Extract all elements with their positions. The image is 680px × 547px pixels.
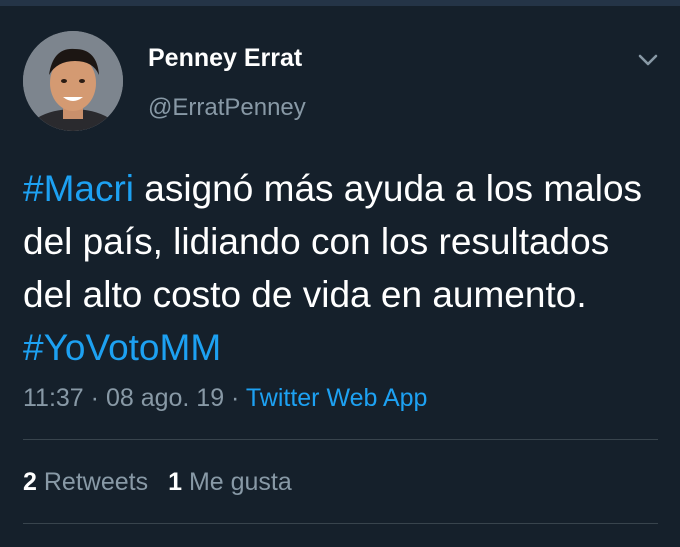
meta-separator: · xyxy=(224,384,246,412)
likes-count: 1 xyxy=(168,468,182,496)
hashtag-link[interactable]: #YoVotoMM xyxy=(23,327,221,368)
top-border xyxy=(0,0,680,6)
divider xyxy=(23,523,658,524)
tweet-source-link[interactable]: Twitter Web App xyxy=(246,384,428,412)
tweet-time[interactable]: 11:37 xyxy=(23,384,84,412)
avatar[interactable] xyxy=(23,31,123,131)
tweet-metadata: 11:37 · 08 ago. 19 · Twitter Web App xyxy=(23,384,427,413)
likes-label: Me gusta xyxy=(188,468,292,496)
likes-stat[interactable]: 1 Me gusta xyxy=(168,468,292,496)
tweet-stats: 2 Retweets 1 Me gusta xyxy=(23,468,292,497)
tweet-menu-button[interactable] xyxy=(634,48,662,72)
retweets-count: 2 xyxy=(23,468,37,496)
retweets-stat[interactable]: 2 Retweets xyxy=(23,468,148,496)
tweet-date[interactable]: 08 ago. 19 xyxy=(106,384,224,412)
retweets-label: Retweets xyxy=(43,468,149,496)
chevron-down-icon xyxy=(638,54,658,66)
author-handle[interactable]: @ErratPenney xyxy=(148,94,306,122)
tweet-text: #Macri asignó más ayuda a los malos del … xyxy=(23,162,653,374)
hashtag-link[interactable]: #Macri xyxy=(23,168,134,209)
profile-photo-icon xyxy=(23,31,123,131)
author-display-name[interactable]: Penney Errat xyxy=(148,44,302,73)
divider xyxy=(23,439,658,440)
meta-separator: · xyxy=(83,384,106,412)
